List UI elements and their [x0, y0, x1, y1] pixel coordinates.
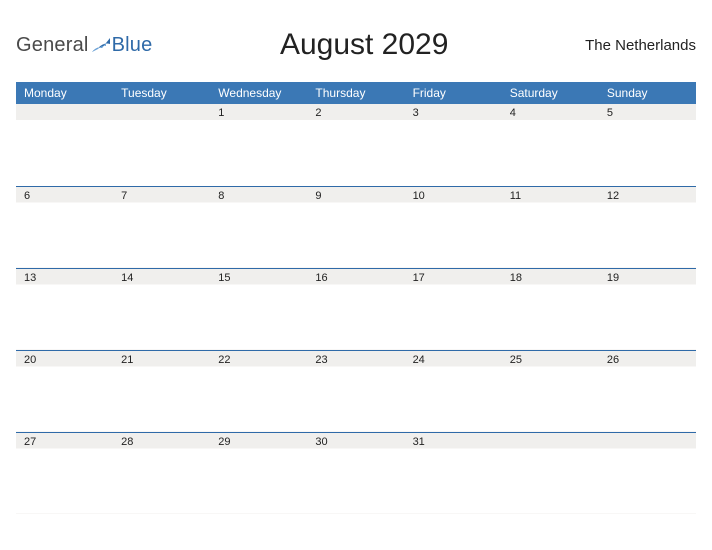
- weekday-header: Tuesday: [113, 82, 210, 104]
- calendar-day-cell: 12: [599, 186, 696, 268]
- calendar-day-cell: [113, 104, 210, 186]
- weekday-header: Thursday: [307, 82, 404, 104]
- calendar-day-cell: 17: [405, 268, 502, 350]
- calendar-day-cell: 18: [502, 268, 599, 350]
- weekday-header: Sunday: [599, 82, 696, 104]
- weekday-header-row: Monday Tuesday Wednesday Thursday Friday…: [16, 82, 696, 104]
- calendar-day-cell: 27: [16, 432, 113, 514]
- calendar-day-cell: 22: [210, 350, 307, 432]
- calendar-day-cell: 7: [113, 186, 210, 268]
- calendar-day-cell: [502, 432, 599, 514]
- calendar-day-cell: 9: [307, 186, 404, 268]
- brand-part1: General: [16, 34, 89, 57]
- calendar-day-cell: 25: [502, 350, 599, 432]
- calendar-day-cell: 2: [307, 104, 404, 186]
- calendar-day-cell: 21: [113, 350, 210, 432]
- calendar-day-cell: 28: [113, 432, 210, 514]
- calendar-body: 1 2 3 4 5 6 7 8 9 10 11 12 13 14 15 16 1…: [16, 104, 696, 514]
- calendar-day-cell: 10: [405, 186, 502, 268]
- calendar-day-cell: 16: [307, 268, 404, 350]
- header: General Blue August 2029 The Netherlands: [16, 18, 696, 72]
- calendar-day-cell: 11: [502, 186, 599, 268]
- calendar-day-cell: [16, 104, 113, 186]
- weekday-header: Wednesday: [210, 82, 307, 104]
- calendar-day-cell: 24: [405, 350, 502, 432]
- calendar-day-cell: 3: [405, 104, 502, 186]
- calendar-day-cell: 19: [599, 268, 696, 350]
- calendar-grid: Monday Tuesday Wednesday Thursday Friday…: [16, 82, 696, 514]
- calendar-title: August 2029: [152, 28, 576, 62]
- brand-part2: Blue: [112, 34, 153, 57]
- weekday-header: Monday: [16, 82, 113, 104]
- calendar-day-cell: 29: [210, 432, 307, 514]
- region-label: The Netherlands: [576, 37, 696, 54]
- flag-icon: [92, 38, 110, 52]
- calendar-week-row: 1 2 3 4 5: [16, 104, 696, 186]
- calendar-day-cell: 8: [210, 186, 307, 268]
- calendar-day-cell: 30: [307, 432, 404, 514]
- calendar-day-cell: [599, 432, 696, 514]
- calendar-week-row: 13 14 15 16 17 18 19: [16, 268, 696, 350]
- calendar-day-cell: 4: [502, 104, 599, 186]
- calendar-day-cell: 6: [16, 186, 113, 268]
- calendar-day-cell: 5: [599, 104, 696, 186]
- calendar-week-row: 20 21 22 23 24 25 26: [16, 350, 696, 432]
- calendar-day-cell: 31: [405, 432, 502, 514]
- calendar-day-cell: 26: [599, 350, 696, 432]
- weekday-header: Saturday: [502, 82, 599, 104]
- calendar-day-cell: 15: [210, 268, 307, 350]
- calendar-day-cell: 20: [16, 350, 113, 432]
- calendar-day-cell: 23: [307, 350, 404, 432]
- calendar-day-cell: 14: [113, 268, 210, 350]
- brand-logo: General Blue: [16, 34, 152, 57]
- calendar-day-cell: 13: [16, 268, 113, 350]
- calendar-week-row: 27 28 29 30 31: [16, 432, 696, 514]
- calendar-day-cell: 1: [210, 104, 307, 186]
- weekday-header: Friday: [405, 82, 502, 104]
- calendar-week-row: 6 7 8 9 10 11 12: [16, 186, 696, 268]
